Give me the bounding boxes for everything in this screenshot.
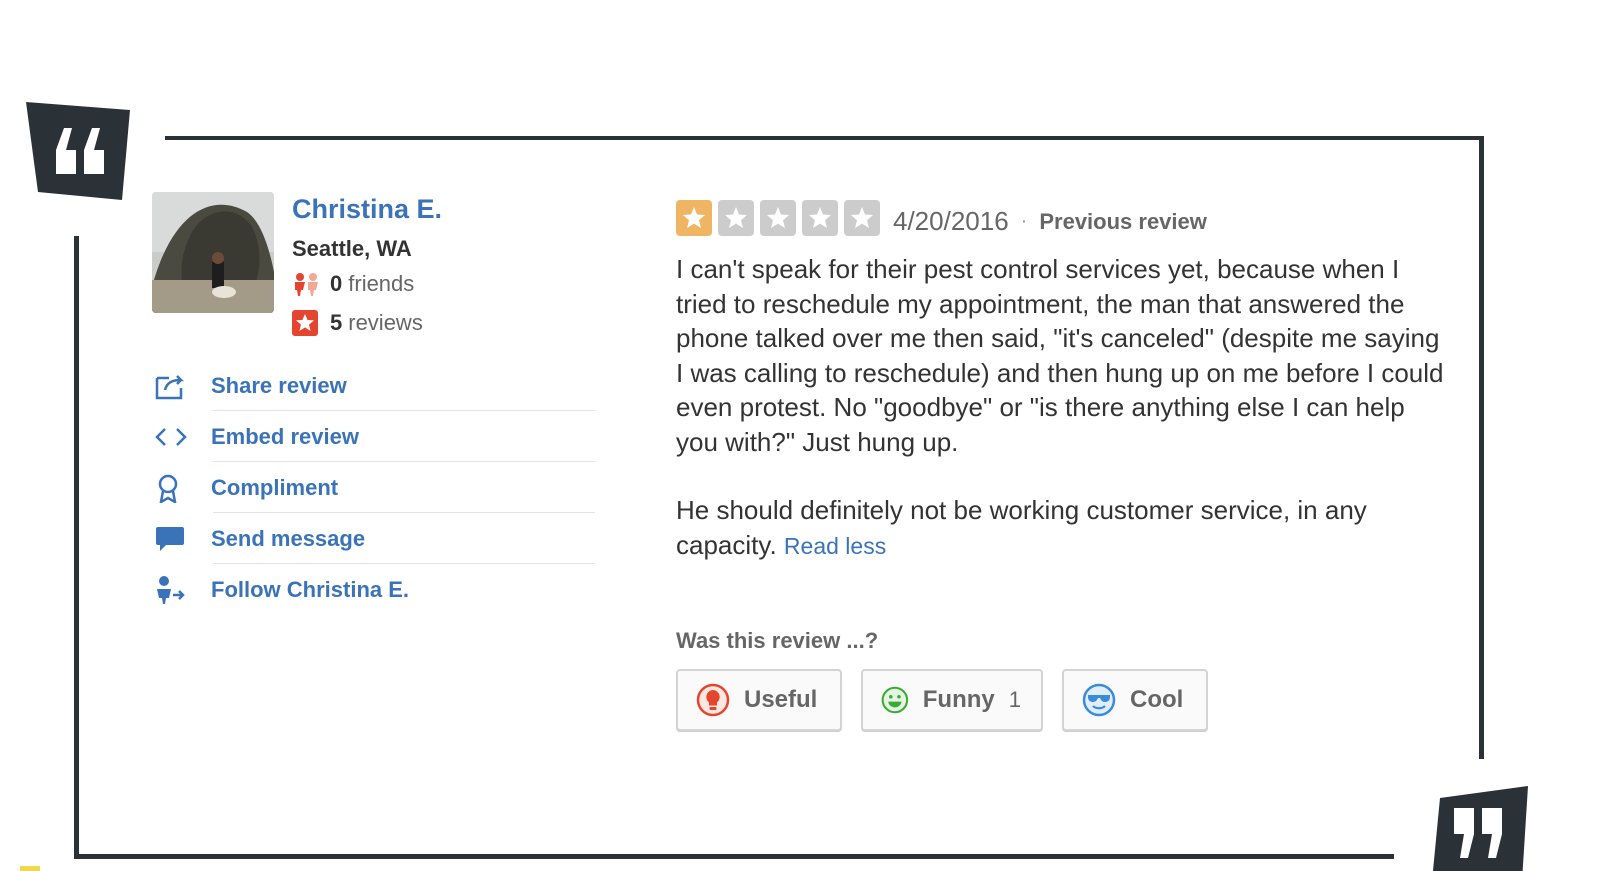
embed-review-label[interactable]: Embed review: [211, 424, 359, 450]
vote-buttons: Useful Funny 1 Cool: [676, 669, 1227, 731]
star-empty-icon: [760, 200, 796, 236]
funny-button[interactable]: Funny 1: [861, 669, 1043, 731]
share-review-action[interactable]: Share review: [155, 360, 595, 411]
open-quote-icon: [26, 102, 130, 200]
sunglasses-face-icon: [1082, 683, 1116, 717]
award-ribbon-icon: [155, 473, 211, 503]
send-message-label[interactable]: Send message: [211, 526, 365, 552]
decorative-mark: [20, 866, 40, 871]
frame-bottom-line: [74, 854, 1394, 859]
lightbulb-icon: [696, 683, 730, 717]
read-less-link[interactable]: Read less: [784, 533, 886, 559]
smiley-face-icon: [881, 686, 909, 714]
reviews-label: reviews: [348, 310, 423, 335]
frame-top-line: [165, 136, 1483, 140]
vote-question: Was this review ...?: [676, 628, 879, 653]
speech-bubble-icon: [155, 525, 211, 553]
embed-review-action[interactable]: Embed review: [155, 411, 595, 462]
compliment-label[interactable]: Compliment: [211, 475, 338, 501]
star-empty-icon: [844, 200, 880, 236]
avatar-photo: [152, 192, 274, 313]
useful-button[interactable]: Useful: [676, 669, 842, 731]
review-body: I can't speak for their pest control ser…: [676, 252, 1446, 597]
share-review-label[interactable]: Share review: [211, 373, 347, 399]
friends-icon: [292, 271, 322, 297]
user-location: Seattle, WA: [292, 236, 412, 261]
reviews-stat: 5 reviews: [292, 310, 423, 336]
star-rating: [676, 200, 880, 236]
reviews-count: 5: [330, 310, 343, 335]
meta-separator: ·: [1020, 210, 1028, 232]
cool-button[interactable]: Cool: [1062, 669, 1208, 731]
star-empty-icon: [802, 200, 838, 236]
follow-user-label[interactable]: Follow Christina E.: [211, 577, 409, 603]
compliment-action[interactable]: Compliment: [155, 462, 595, 513]
frame-right-line: [1479, 136, 1484, 759]
frame-left-line: [74, 236, 79, 859]
review-paragraph-2-text: He should definitely not be working cust…: [676, 495, 1367, 560]
review-actions-list: Share review Embed review Compliment Sen…: [155, 360, 595, 615]
previous-review-link[interactable]: Previous review: [1039, 209, 1207, 235]
star-empty-icon: [718, 200, 754, 236]
funny-label: Funny: [922, 686, 995, 713]
friends-count: 0: [330, 271, 343, 296]
useful-label: Useful: [744, 686, 818, 713]
review-star-icon: [292, 310, 322, 336]
follow-user-action[interactable]: Follow Christina E.: [155, 564, 595, 615]
review-paragraph-1: I can't speak for their pest control ser…: [676, 254, 1444, 457]
friends-label: friends: [348, 271, 415, 296]
avatar[interactable]: [152, 192, 274, 313]
review-paragraph-2: He should definitely not be working cust…: [676, 493, 1446, 563]
user-name[interactable]: Christina E.: [292, 194, 442, 225]
friends-stat: 0 friends: [292, 271, 414, 297]
review-meta: 4/20/2016 · Previous review: [893, 206, 1207, 237]
follow-person-icon: [155, 575, 211, 605]
review-date: 4/20/2016: [893, 206, 1009, 236]
close-quote-icon: [1432, 786, 1528, 871]
cool-label: Cool: [1130, 686, 1184, 713]
embed-code-icon: [155, 425, 211, 449]
star-filled-icon: [676, 200, 712, 236]
send-message-action[interactable]: Send message: [155, 513, 595, 564]
funny-count: 1: [1008, 687, 1021, 712]
share-icon: [155, 372, 211, 400]
